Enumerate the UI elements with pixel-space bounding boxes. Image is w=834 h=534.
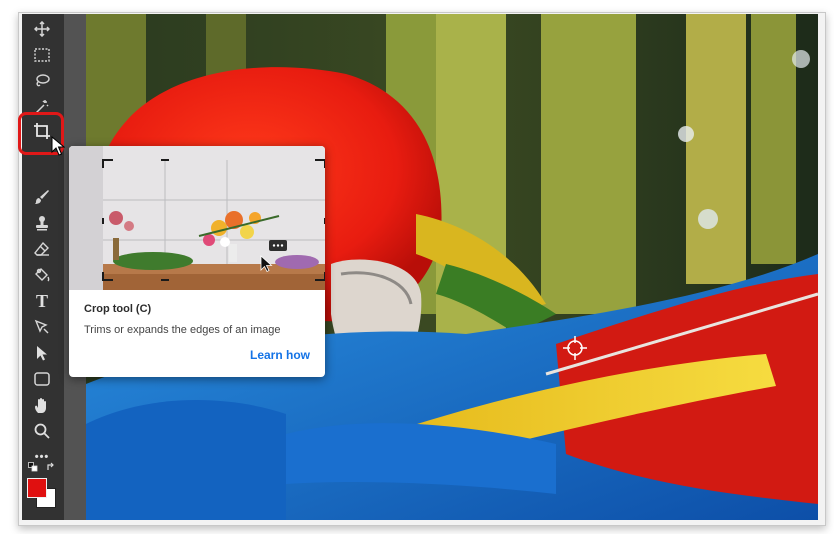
type-tool[interactable]: T [31,290,53,312]
marquee-icon [34,48,50,62]
shape-tool[interactable] [31,368,53,390]
paint-bucket-tool[interactable] [31,264,53,286]
paint-bucket-icon [35,268,50,282]
learn-how-link[interactable]: Learn how [250,348,310,362]
direct-selection-tool[interactable] [31,342,53,364]
zoom-icon [34,423,50,439]
foreground-color-swatch[interactable] [27,478,47,498]
eraser-icon [34,241,49,256]
stamp-tool[interactable] [31,212,53,234]
stamp-icon [36,216,48,231]
marquee-tool[interactable] [31,44,53,66]
move-tool[interactable] [31,18,53,40]
lasso-icon [36,74,50,87]
path-selection-icon [34,319,49,334]
eraser-tool[interactable] [31,238,53,260]
lasso-tool[interactable] [31,70,53,92]
arrow-icon [37,346,47,361]
tools-panel: T ••• [22,14,64,520]
tooltip-title: Crop tool (C) [84,303,152,315]
path-selection-tool[interactable] [31,316,53,338]
type-icon: T [35,290,48,311]
tooltip-preview-image [69,146,325,290]
zoom-tool[interactable] [31,420,53,442]
default-colors-icon[interactable] [28,462,38,472]
crop-tool-tooltip: Crop tool (C) Trims or expands the edges… [69,146,325,377]
mouse-cursor-icon [51,136,65,156]
brush-tool[interactable] [31,186,53,208]
hand-tool[interactable] [31,394,53,416]
swap-colors-icon[interactable] [46,462,56,472]
tooltip-description: Trims or expands the edges of an image [84,324,281,336]
move-icon [34,21,50,37]
brush-icon [35,190,49,204]
rectangle-icon [34,372,50,386]
hand-icon [35,397,46,413]
